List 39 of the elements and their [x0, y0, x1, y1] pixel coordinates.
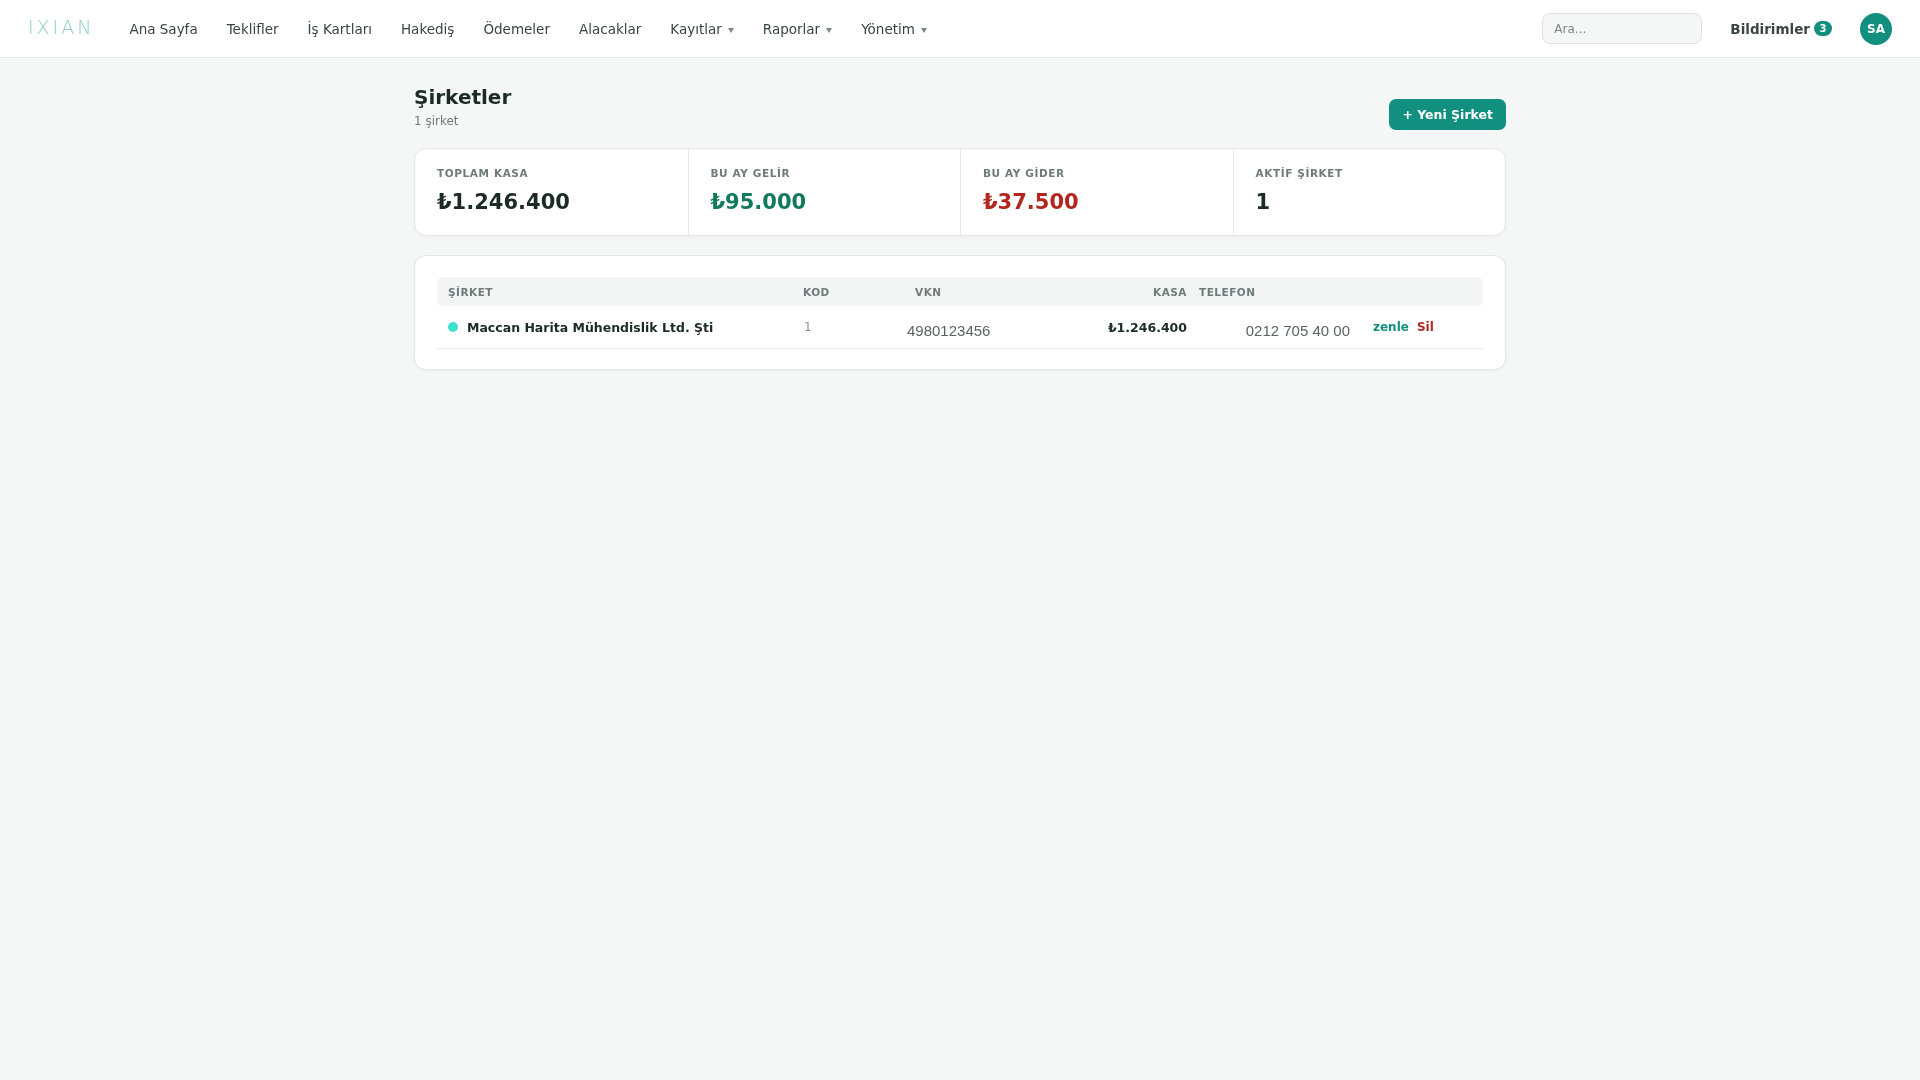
- column-header: VKN: [914, 285, 943, 298]
- stat-value: 1: [1255, 189, 1272, 216]
- stat-label: AKTİF ŞİRKET: [1255, 167, 1344, 179]
- caret-icon: [727, 27, 734, 33]
- nav-link[interactable]: Yönetim: [861, 20, 927, 37]
- nav-link[interactable]: Alacaklar: [578, 20, 642, 37]
- column-header: TELEFON: [1198, 285, 1257, 298]
- nav-link[interactable]: Teklifler: [226, 20, 279, 37]
- page-title: Şirketler: [414, 85, 512, 109]
- nav-link[interactable]: Raporlar: [762, 20, 833, 37]
- notifications-button[interactable]: Bildirimler 3: [1730, 20, 1832, 37]
- column-header: KOD: [802, 285, 831, 298]
- edit-link[interactable]: zenle: [1373, 320, 1409, 334]
- stat-label: BU AY GİDER: [983, 167, 1066, 179]
- search-field[interactable]: Ara...: [1542, 13, 1703, 44]
- nav-link[interactable]: Ana Sayfa: [129, 20, 198, 37]
- company-name: Maccan Harita Mühendislik Ltd. Şti: [467, 319, 714, 335]
- stat-label: TOPLAM KASA: [437, 167, 530, 179]
- notification-count: 3: [1814, 21, 1832, 36]
- table-cell-text: 4980123456: [907, 321, 991, 339]
- new-company-button[interactable]: + Yeni Şirket: [1389, 99, 1506, 130]
- nav-link[interactable]: Hakediş: [400, 20, 455, 37]
- table-cell-text: 0212 705 40 00: [1245, 321, 1350, 339]
- nav-link[interactable]: Ödemeler: [483, 20, 550, 37]
- column-header: ŞİRKET: [447, 285, 495, 298]
- nav-link[interactable]: Kayıtlar: [670, 20, 734, 37]
- caret-icon: [920, 27, 927, 33]
- stat-value: ₺1.246.400: [437, 189, 571, 216]
- caret-icon: [826, 27, 833, 33]
- company-count: 1 şirket: [414, 114, 460, 128]
- stat-value: ₺95.000: [710, 189, 808, 216]
- delete-link[interactable]: Sil: [1416, 320, 1434, 334]
- stat-value: ₺37.500: [983, 189, 1080, 216]
- stat-label: BU AY GELİR: [710, 167, 792, 179]
- user-avatar[interactable]: SA: [1860, 12, 1892, 45]
- column-header: KASA: [1152, 285, 1187, 298]
- nav-link[interactable]: İş Kartları: [307, 20, 372, 37]
- table-cell: ₺1.246.400: [1107, 319, 1187, 335]
- table-cell: 1: [804, 320, 812, 334]
